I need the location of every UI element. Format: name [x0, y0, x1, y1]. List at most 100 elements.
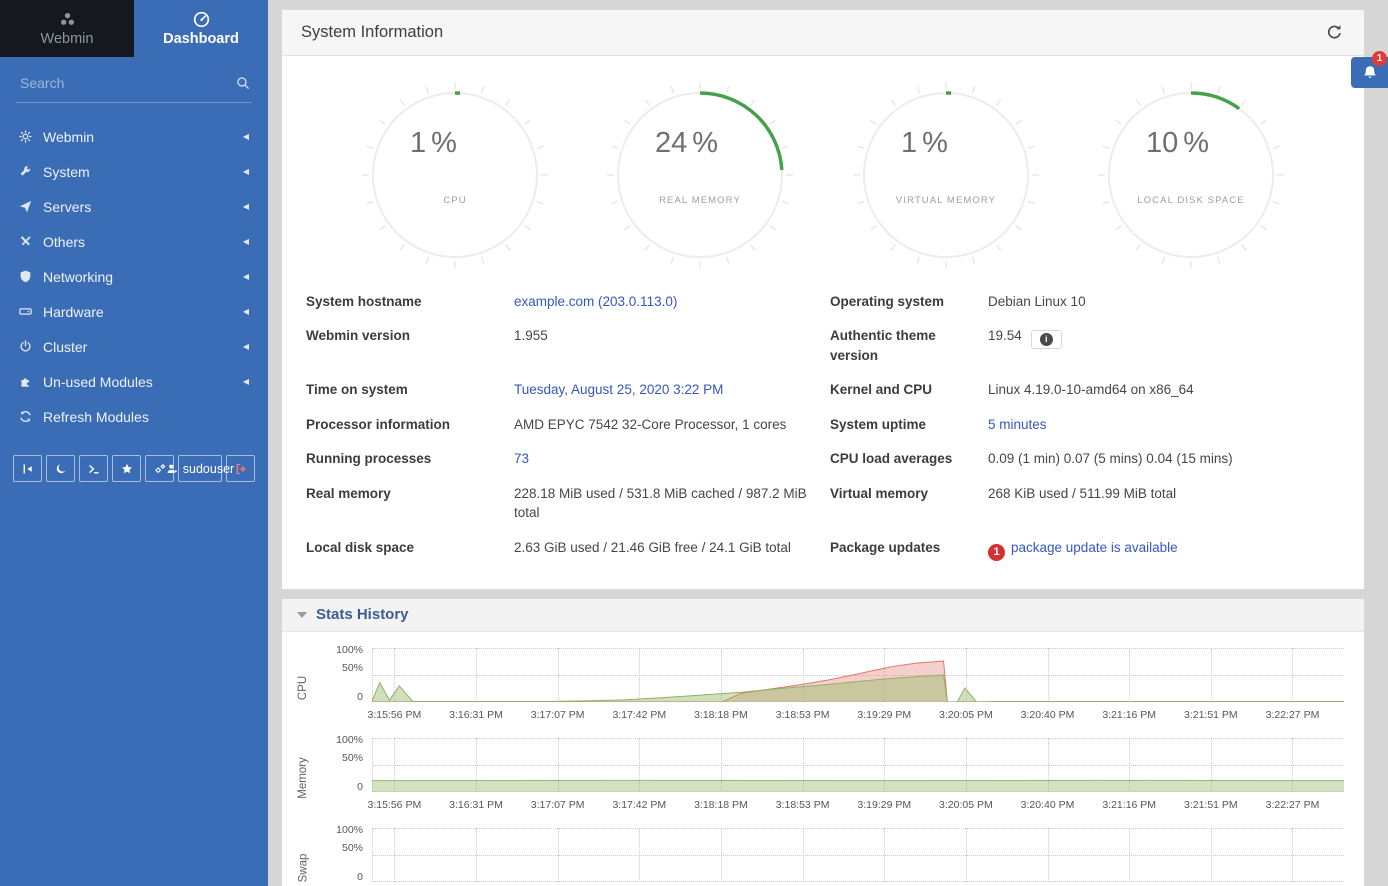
system-uptime-label: System uptime: [830, 407, 988, 442]
y-tick-label: 0: [357, 781, 363, 793]
package-updates-value[interactable]: 1package update is available: [988, 531, 1340, 569]
sidebar-item-hardware[interactable]: Hardware ◀: [0, 294, 268, 329]
stats-history-header[interactable]: Stats History: [282, 599, 1364, 632]
stats-charts: CPU100%50%03:15:56 PM3:16:31 PM3:17:07 P…: [282, 632, 1364, 886]
webmin-logo-icon: [59, 11, 76, 28]
operating-system-value: Debian Linux 10: [988, 284, 1340, 319]
kernel-and-cpu-label: Kernel and CPU: [830, 373, 988, 408]
webmin-app: Webmin Dashboard Webmin ◀ System ◀ Serve…: [0, 0, 1388, 886]
send-icon: [19, 200, 43, 213]
tab-dashboard[interactable]: Dashboard: [134, 0, 268, 57]
virtual-memory-value: 268 KiB used / 511.99 MiB total: [988, 476, 1340, 530]
user-button[interactable]: sudouser: [178, 455, 222, 482]
operating-system-label: Operating system: [830, 284, 988, 319]
chart-axis-title: Swap: [297, 854, 309, 883]
dashboard-gauge-icon: [193, 11, 210, 28]
search-icon: [236, 76, 250, 90]
x-tick-label: 3:17:42 PM: [612, 709, 666, 721]
running-processes-value[interactable]: 73: [514, 442, 830, 477]
x-tick-label: 3:20:40 PM: [1021, 709, 1075, 721]
gears-icon: [154, 463, 166, 475]
sidebar-item-un-used-modules[interactable]: Un-used Modules ◀: [0, 364, 268, 399]
notifications-bell-button[interactable]: 1: [1351, 57, 1388, 88]
stats-history-panel: Stats History CPU100%50%03:15:56 PM3:16:…: [282, 599, 1364, 886]
gear-icon: [19, 130, 43, 143]
sidebar-item-servers[interactable]: Servers ◀: [0, 189, 268, 224]
running-processes-label: Running processes: [306, 442, 514, 477]
running-processes-link[interactable]: 73: [514, 451, 529, 466]
authentic-theme-version-label: Authentic theme version: [830, 319, 988, 373]
x-tick-label: 3:20:40 PM: [1021, 799, 1075, 811]
sidebar-item-system[interactable]: System ◀: [0, 154, 268, 189]
sidebar-item-networking[interactable]: Networking ◀: [0, 259, 268, 294]
cpu-load-averages-value: 0.09 (1 min) 0.07 (5 mins) 0.04 (15 mins…: [988, 442, 1340, 477]
system-uptime-link[interactable]: 5 minutes: [988, 417, 1047, 432]
x-tick-label: 3:18:53 PM: [776, 709, 830, 721]
y-tick-label: 0: [357, 871, 363, 883]
svg-text:10%: 10%: [1146, 127, 1209, 159]
night-mode-button[interactable]: [46, 455, 75, 482]
search-input[interactable]: [18, 74, 236, 92]
terminal-button[interactable]: [79, 455, 108, 482]
logout-button[interactable]: [226, 455, 255, 482]
theme-info-button[interactable]: i: [1031, 330, 1062, 349]
chart-axis-title: CPU: [297, 676, 309, 700]
svg-text:24%: 24%: [655, 127, 718, 159]
system-hostname-label: System hostname: [306, 284, 514, 319]
time-on-system-value[interactable]: Tuesday, August 25, 2020 3:22 PM: [514, 373, 830, 408]
refresh-icon: [19, 410, 43, 423]
x-tick-label: 3:20:05 PM: [939, 709, 993, 721]
chart-cpu: CPU100%50%03:15:56 PM3:16:31 PM3:17:07 P…: [290, 648, 1344, 728]
refresh-button[interactable]: [1324, 22, 1345, 43]
x-tick-label: 3:20:05 PM: [939, 799, 993, 811]
virtual-memory-label: Virtual memory: [830, 476, 988, 530]
chart-swap: Swap100%50%03:15:56 PM3:16:31 PM3:17:07 …: [290, 828, 1344, 886]
caret-left-icon: ◀: [243, 272, 249, 281]
sidebar-nav: Webmin ◀ System ◀ Servers ◀ Others ◀ Net…: [0, 103, 268, 434]
svg-text:1%: 1%: [410, 127, 457, 159]
system-uptime-value[interactable]: 5 minutes: [988, 407, 1340, 442]
authentic-theme-version-value: 19.54i: [988, 319, 1340, 373]
caret-left-icon: ◀: [243, 342, 249, 351]
x-tick-label: 3:21:51 PM: [1184, 799, 1238, 811]
sidebar-item-refresh-modules[interactable]: Refresh Modules ◀: [0, 399, 268, 434]
y-tick-label: 50%: [342, 752, 363, 764]
logout-icon: [235, 463, 247, 475]
gauge-cpu: 1%CPU: [349, 80, 561, 270]
page-title: System Information: [301, 23, 1324, 42]
chart-memory: Memory100%50%03:15:56 PM3:16:31 PM3:17:0…: [290, 738, 1344, 818]
time-on-system-label: Time on system: [306, 373, 514, 408]
x-tick-label: 3:18:53 PM: [776, 799, 830, 811]
favorites-button[interactable]: [112, 455, 141, 482]
chevron-down-icon: [297, 612, 307, 618]
gauges-row: 1%CPU24%REAL MEMORY1%VIRTUAL MEMORY10%LO…: [282, 56, 1364, 274]
y-tick-label: 100%: [336, 824, 363, 836]
system-hostname-value[interactable]: example.com (203.0.113.0): [514, 284, 830, 319]
system-information-panel: System Information 1%CPU24%REAL MEMORY1%…: [282, 10, 1364, 589]
webmin-version-label: Webmin version: [306, 319, 514, 373]
caret-left-icon: ◀: [243, 202, 249, 211]
notifications-badge: 1: [1372, 51, 1387, 66]
wrench-icon: [19, 165, 43, 178]
x-tick-label: 3:17:07 PM: [531, 709, 585, 721]
package-updates-link[interactable]: package update is available: [1011, 540, 1178, 555]
x-tick-label: 3:22:27 PM: [1266, 709, 1320, 721]
collapse-sidebar-button[interactable]: [13, 455, 42, 482]
x-tick-label: 3:15:56 PM: [367, 709, 421, 721]
sidebar-item-cluster[interactable]: Cluster ◀: [0, 329, 268, 364]
cpu-load-averages-label: CPU load averages: [830, 442, 988, 477]
svg-text:1%: 1%: [901, 127, 948, 159]
caret-left-icon: ◀: [243, 132, 249, 141]
system-hostname-link[interactable]: example.com (203.0.113.0): [514, 294, 677, 309]
sidebar-item-webmin[interactable]: Webmin ◀: [0, 119, 268, 154]
puzzle-icon: [19, 375, 43, 388]
x-tick-label: 3:22:27 PM: [1266, 799, 1320, 811]
tab-webmin[interactable]: Webmin: [0, 0, 134, 57]
local-disk-space-value: 2.63 GiB used / 21.46 GiB free / 24.1 Gi…: [514, 531, 830, 569]
time-on-system-link[interactable]: Tuesday, August 25, 2020 3:22 PM: [514, 382, 723, 397]
sidebar-item-others[interactable]: Others ◀: [0, 224, 268, 259]
x-tick-label: 3:21:16 PM: [1102, 799, 1156, 811]
gauge-virtual-memory: 1%VIRTUAL MEMORY: [840, 80, 1052, 270]
x-tick-label: 3:18:18 PM: [694, 709, 748, 721]
hdd-icon: [19, 305, 43, 318]
